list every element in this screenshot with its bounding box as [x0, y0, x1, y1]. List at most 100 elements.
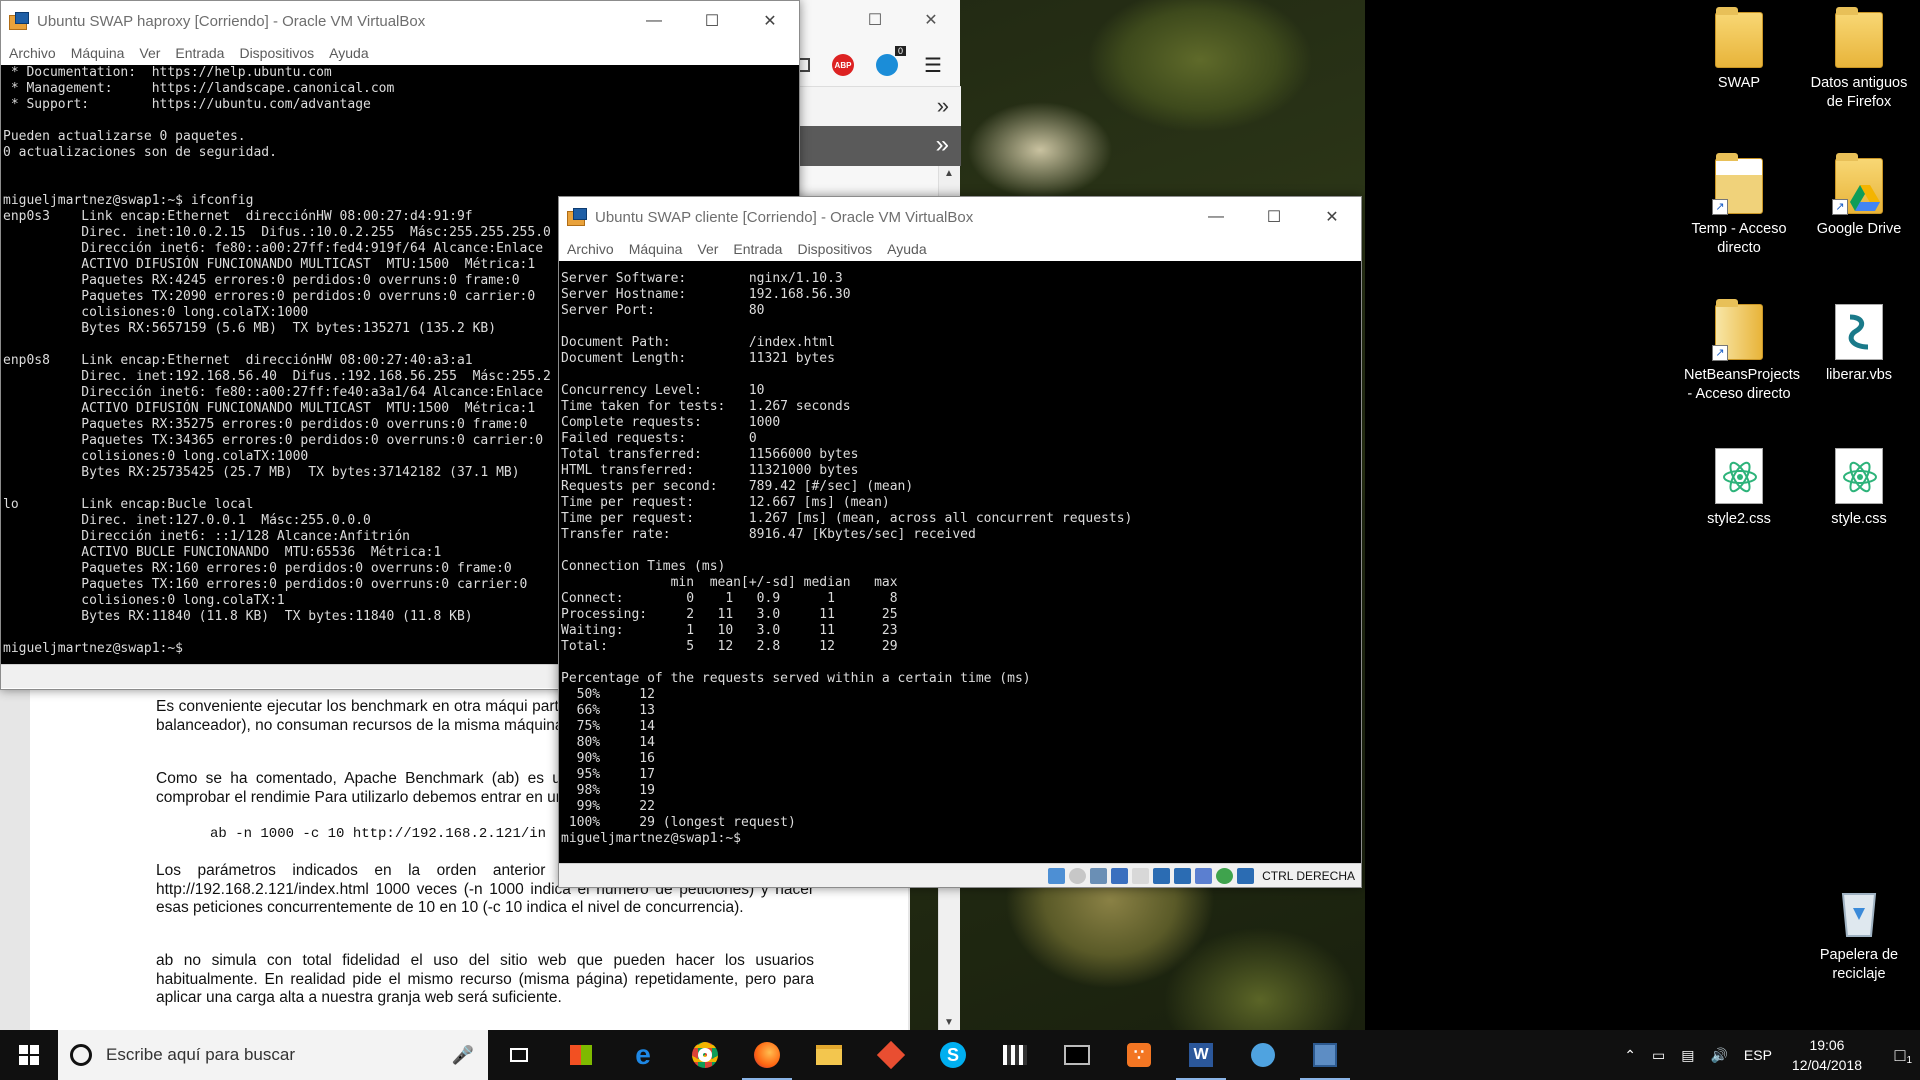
taskbar-terminal[interactable] [1046, 1030, 1108, 1080]
terminal-icon [1064, 1045, 1090, 1065]
network-icon[interactable]: ▤ [1681, 1047, 1694, 1064]
usb-icon[interactable] [1195, 867, 1213, 884]
tray-overflow-chevron-icon[interactable]: ⌃ [1624, 1047, 1636, 1064]
file-explorer-icon [816, 1045, 842, 1065]
menu-ver[interactable]: Ver [139, 45, 160, 61]
extension-icon[interactable]: 0 [876, 46, 906, 76]
audio-icon[interactable] [1090, 867, 1108, 884]
close-button[interactable]: ✕ [1303, 197, 1361, 237]
microphone-icon[interactable]: 🎤 [452, 1045, 474, 1066]
taskbar-git[interactable] [860, 1030, 922, 1080]
network-icon[interactable] [1153, 867, 1171, 884]
desktop-icon-label: style.css [1831, 511, 1887, 527]
vm-cliente-menubar: Archivo Máquina Ver Entrada Dispositivos… [559, 237, 1361, 261]
desktop-icon-label: Temp - Acceso directo [1691, 221, 1787, 256]
taskbar-xampp[interactable]: ∵ [1108, 1030, 1170, 1080]
optical-drive-icon[interactable] [1069, 867, 1087, 884]
volume-icon[interactable]: 🔊 [1710, 1047, 1727, 1064]
menu-icon[interactable]: ☰ [924, 53, 942, 78]
language-indicator[interactable]: ESP [1744, 1047, 1772, 1063]
mouse-integration-icon[interactable] [1048, 867, 1066, 884]
windows-icon [19, 1045, 39, 1065]
scroll-down-icon[interactable]: ▼ [944, 1017, 954, 1028]
desktop-icon-label: liberar.vbs [1825, 367, 1893, 383]
document-code: ab -n 1000 -c 10 http://192.168.2.121/in [210, 826, 547, 842]
firefox-close-button[interactable]: ✕ [902, 0, 960, 40]
task-view-icon [510, 1048, 528, 1062]
menu-archivo[interactable]: Archivo [567, 241, 614, 257]
close-button[interactable]: ✕ [741, 1, 799, 41]
taskbar-network-app[interactable] [1232, 1030, 1294, 1080]
taskbar-word[interactable]: W [1170, 1030, 1232, 1080]
taskbar-video-editor[interactable] [984, 1030, 1046, 1080]
task-view-button[interactable] [488, 1030, 550, 1080]
desktop-icon-label: Papelera de reciclaje [1819, 947, 1899, 982]
notification-count: 1 [1906, 1054, 1912, 1066]
menu-dispositivos[interactable]: Dispositivos [239, 45, 314, 61]
maximize-button[interactable]: ☐ [683, 1, 741, 41]
clock-date: 12/04/2018 [1791, 1057, 1862, 1073]
host-key-label: CTRL DERECHA [1262, 868, 1355, 883]
atom-file-icon [1715, 448, 1763, 504]
menu-dispositivos[interactable]: Dispositivos [797, 241, 872, 257]
menu-ver[interactable]: Ver [697, 241, 718, 257]
minimize-button[interactable]: — [625, 1, 683, 41]
shared-folders-icon[interactable] [1111, 867, 1129, 884]
virtualbox-icon [567, 208, 587, 226]
virtualbox-icon [1313, 1043, 1337, 1067]
desktop-icon-style2-css[interactable]: style2.css [1684, 448, 1794, 529]
desktop-icon-datos-antiguos[interactable]: Datos antiguos de Firefox [1804, 7, 1914, 112]
battery-icon[interactable]: ▭ [1652, 1047, 1665, 1064]
taskbar-store[interactable] [550, 1030, 612, 1080]
taskbar-edge[interactable]: e [612, 1030, 674, 1080]
menu-maquina[interactable]: Máquina [71, 45, 125, 61]
taskbar-skype[interactable]: S [922, 1030, 984, 1080]
display-icon[interactable] [1132, 867, 1150, 884]
action-center-button[interactable]: □ 1 [1880, 1045, 1920, 1066]
desktop-icon-style-css[interactable]: style.css [1804, 448, 1914, 529]
desktop-icon-temp[interactable]: ↗ Temp - Acceso directo [1684, 153, 1794, 258]
adblock-plus-icon[interactable]: ABP [832, 54, 854, 76]
desktop-icon-swap[interactable]: SWAP [1684, 7, 1794, 93]
vm-haproxy-titlebar[interactable]: Ubuntu SWAP haproxy [Corriendo] - Oracle… [1, 1, 799, 41]
desktop-icon-label: Datos antiguos de Firefox [1810, 75, 1908, 110]
desktop-icon-label: Google Drive [1816, 221, 1902, 237]
menu-maquina[interactable]: Máquina [629, 241, 683, 257]
taskbar-firefox[interactable] [736, 1030, 798, 1080]
taskbar-file-explorer[interactable] [798, 1030, 860, 1080]
start-button[interactable] [0, 1030, 58, 1080]
atom-file-icon [1835, 448, 1883, 504]
scroll-up-icon[interactable]: ▲ [944, 168, 954, 179]
menu-ayuda[interactable]: Ayuda [887, 241, 926, 257]
menu-archivo[interactable]: Archivo [9, 45, 56, 61]
menu-entrada[interactable]: Entrada [733, 241, 782, 257]
maximize-button[interactable]: ☐ [1245, 197, 1303, 237]
virtualbox-icon [9, 12, 29, 30]
desktop-icon-netbeans[interactable]: ↗ NetBeansProjects - Acceso directo [1684, 299, 1800, 404]
taskbar-virtualbox[interactable] [1294, 1030, 1356, 1080]
desktop-icon-recycle-bin[interactable]: Papelera de reciclaje [1804, 884, 1914, 984]
vm-cliente-statusbar: CTRL DERECHA [559, 863, 1361, 887]
menu-ayuda[interactable]: Ayuda [329, 45, 368, 61]
overflow-chevron-icon[interactable]: » [937, 93, 949, 119]
desktop-icon-liberar-vbs[interactable]: liberar.vbs [1804, 304, 1914, 385]
host-key-icon [1237, 867, 1255, 884]
vm-cliente-terminal[interactable]: Server Software: nginx/1.10.3 Server Hos… [559, 261, 1361, 863]
document-paragraph: ab no simula con total fidelidad el uso … [156, 952, 814, 1006]
overflow-chevron-icon[interactable]: » [936, 131, 949, 159]
folder-shortcut-icon: ↗ [1712, 299, 1763, 361]
edge-icon: e [635, 1039, 651, 1070]
skype-icon: S [940, 1042, 966, 1068]
firefox-maximize-button[interactable]: ☐ [846, 0, 904, 40]
firefox-window: — ☐ ✕ ABP 0 ☰ » » [753, 0, 961, 196]
taskbar-chrome[interactable] [674, 1030, 736, 1080]
recording-icon[interactable] [1216, 867, 1234, 884]
desktop-icon-google-drive[interactable]: ↗ Google Drive [1804, 153, 1914, 239]
network-icon[interactable] [1174, 867, 1192, 884]
menu-entrada[interactable]: Entrada [175, 45, 224, 61]
vm-cliente-titlebar[interactable]: Ubuntu SWAP cliente [Corriendo] - Oracle… [559, 197, 1361, 237]
taskbar-search-box[interactable]: Escribe aquí para buscar 🎤 [58, 1030, 488, 1080]
minimize-button[interactable]: — [1187, 197, 1245, 237]
taskbar-clock[interactable]: 19:06 12/04/2018 [1792, 1035, 1862, 1075]
vm-cliente-window: Ubuntu SWAP cliente [Corriendo] - Oracle… [558, 196, 1362, 888]
